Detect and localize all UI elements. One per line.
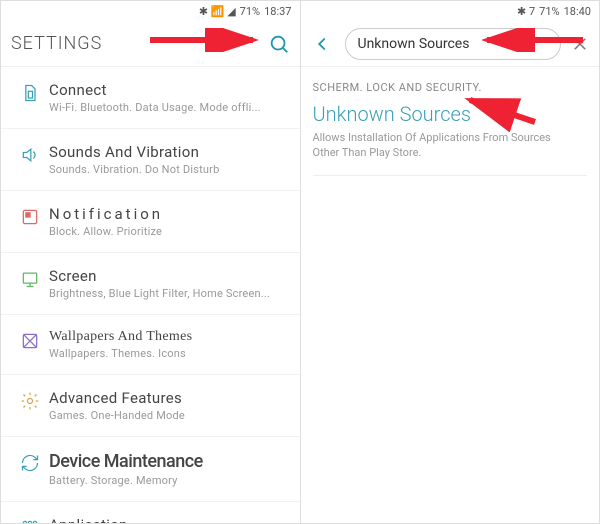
settings-item-sounds[interactable]: Sounds And Vibration Sounds. Vibration. D… [1,129,300,191]
settings-screen: ✱ 📶 ◢ 71% 18:37 SETTINGS Connect Wi-Fi. B… [0,0,300,524]
apps-icon [20,518,40,523]
settings-item-notification[interactable]: Notification Block. Allow. Prioritize [1,191,300,253]
item-subtitle: Wi-Fi. Bluetooth. Data Usage. Mode offli… [49,101,288,114]
page-title: SETTINGS [11,33,268,54]
search-value: Unknown Sources [358,36,470,52]
display-icon [20,269,40,289]
sim-icon [20,83,40,103]
status-time: 18:40 [564,5,591,18]
back-icon[interactable] [311,33,333,55]
search-icon[interactable] [268,33,290,55]
status-time: 18:37 [264,5,291,18]
status-icons: ✱ 📶 ◢ [199,5,236,18]
item-title: Device Maintenance [49,451,288,472]
close-icon[interactable] [571,35,589,53]
settings-item-application[interactable]: ApplicationDefault Applications. Dell Pe… [1,502,300,523]
result-title[interactable]: Unknown Sources [313,102,588,126]
gear-icon [20,391,40,411]
item-subtitle: Battery. Storage. Memory [49,474,288,487]
status-icons: ✱ 7 [517,5,535,18]
settings-list: Connect Wi-Fi. Bluetooth. Data Usage. Mod… [1,67,300,523]
search-header: Unknown Sources [301,21,600,67]
refresh-icon [20,453,40,473]
settings-header: SETTINGS [1,21,300,67]
status-bar: ✱ 7 71% 18:40 [301,1,600,21]
speaker-icon [20,145,40,165]
item-subtitle: Block. Allow. Prioritize [49,225,288,238]
search-input[interactable]: Unknown Sources [345,28,562,60]
settings-item-maintenance[interactable]: Device Maintenance Battery. Storage. Memo… [1,437,300,502]
settings-item-advanced[interactable]: Advanced Features Games. One-Handed Mode [1,375,300,437]
badge-icon [20,207,40,227]
item-title: Advanced Features [49,389,288,407]
search-results-screen: ✱ 7 71% 18:40 Unknown Sources SCHERM. LO… [300,0,600,524]
settings-item-connect[interactable]: Connect Wi-Fi. Bluetooth. Data Usage. Mod… [1,67,300,129]
status-battery: 71% [240,5,260,18]
item-title: Application [49,516,288,523]
item-subtitle: Wallpapers. Themes. Icons [49,347,288,360]
item-subtitle: Games. One-Handed Mode [49,409,288,422]
result-subtitle: Allows Installation Of Applications From… [313,130,588,176]
settings-item-wallpaper[interactable]: Wallpapers And Themes Wallpapers. Themes.… [1,315,300,375]
search-results: SCHERM. LOCK AND SECURITY. Unknown Sourc… [301,67,600,190]
item-title: Notification [49,205,288,223]
item-title: Wallpapers And Themes [49,329,288,345]
result-breadcrumb: SCHERM. LOCK AND SECURITY. [313,81,588,94]
status-battery: 71% [539,5,559,18]
palette-icon [20,331,40,351]
item-title: Sounds And Vibration [49,143,288,161]
status-bar: ✱ 📶 ◢ 71% 18:37 [1,1,300,21]
item-title: Connect [49,81,288,99]
item-title: Screen [49,267,288,285]
item-subtitle: Brightness, Blue Light Filter, Home Scre… [49,287,288,300]
settings-item-screen[interactable]: Screen Brightness, Blue Light Filter, Hom… [1,253,300,315]
item-subtitle: Sounds. Vibration. Do Not Disturb [49,163,288,176]
